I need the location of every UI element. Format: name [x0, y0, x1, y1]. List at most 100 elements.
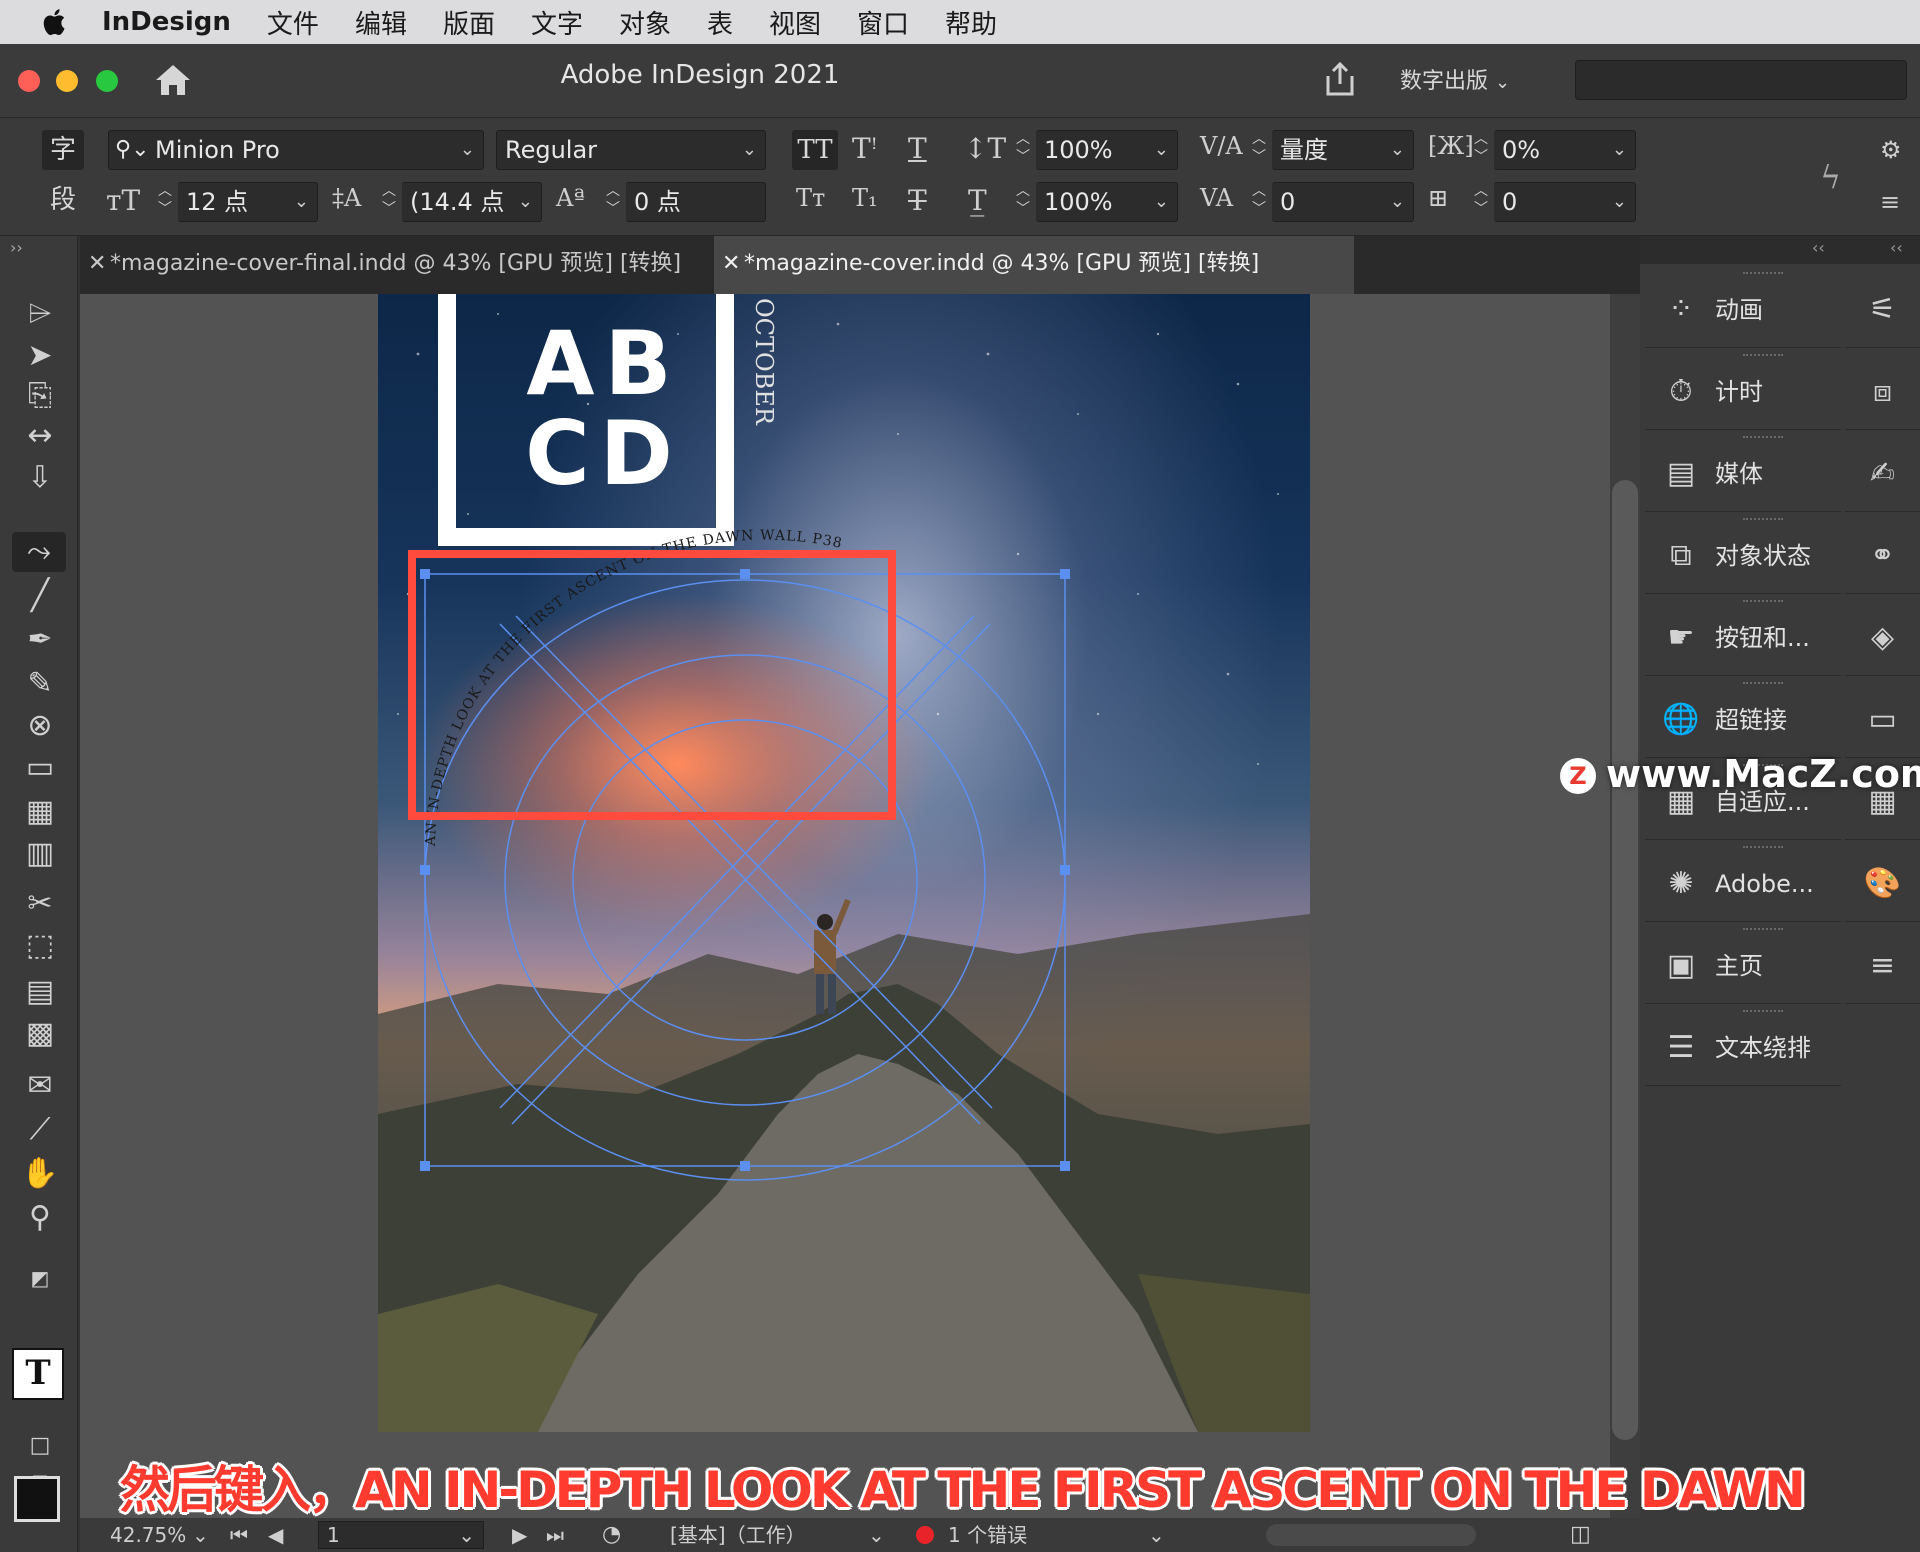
- collapse-panels-icon[interactable]: ‹‹: [1812, 238, 1825, 257]
- menu-view[interactable]: 视图: [769, 4, 821, 41]
- panel-adobe-color[interactable]: ✺ Adobe...: [1645, 842, 1841, 922]
- selection-tool-icon[interactable]: ⌲: [20, 294, 60, 334]
- chevron-down-icon[interactable]: ⌄: [518, 183, 533, 221]
- gradient-icon[interactable]: ▭: [1845, 678, 1920, 758]
- vertical-scale-field[interactable]: 100% ⌄: [1036, 130, 1178, 170]
- close-icon[interactable]: ✕: [722, 236, 740, 292]
- note-tool-icon[interactable]: ✉: [20, 1066, 60, 1106]
- chevron-down-icon[interactable]: ⌄: [1154, 183, 1169, 221]
- chevron-down-icon[interactable]: ⌄: [1390, 131, 1405, 169]
- chevron-down-icon[interactable]: ⌄: [742, 131, 757, 169]
- color-icon[interactable]: 🎨: [1845, 842, 1920, 922]
- menu-file[interactable]: 文件: [267, 4, 319, 41]
- properties-icon[interactable]: ⚟: [1845, 268, 1920, 348]
- gap-tool-icon[interactable]: ↔: [20, 416, 60, 456]
- stroke-icon[interactable]: ≡: [1845, 924, 1920, 1004]
- rectangle-tool-icon[interactable]: ▭: [20, 748, 60, 788]
- chevron-down-icon[interactable]: ⌄: [1612, 131, 1627, 169]
- chevron-down-icon[interactable]: ⌄: [1154, 131, 1169, 169]
- leading-stepper[interactable]: ︿ ﹀: [378, 182, 400, 222]
- gradient-feather-tool-icon[interactable]: ▩: [20, 1014, 60, 1054]
- panel-menu-icon[interactable]: ≡: [1880, 188, 1900, 216]
- path-text[interactable]: AN IN-DEPTH LOOK AT THE FIRST ASCENT ON …: [423, 528, 844, 848]
- chevron-down-icon[interactable]: ⌄: [1612, 183, 1627, 221]
- page-tool-icon[interactable]: ⎘: [20, 376, 60, 416]
- grid-count-field[interactable]: 0 ⌄: [1494, 182, 1636, 222]
- tracking-stepper[interactable]: ︿ ﹀: [1248, 182, 1270, 222]
- small-caps-button[interactable]: Tт: [796, 184, 825, 212]
- hand-tool-icon[interactable]: ✋: [20, 1154, 60, 1194]
- tab-magazine-cover-final[interactable]: ✕ *magazine-cover-final.indd @ 43% [GPU …: [80, 236, 692, 294]
- kerning-field[interactable]: 量度 ⌄: [1272, 130, 1414, 170]
- strikethrough-button[interactable]: T: [908, 184, 927, 217]
- layers-icon[interactable]: ◈: [1845, 596, 1920, 676]
- menu-edit[interactable]: 编辑: [355, 4, 407, 41]
- tsume-stepper[interactable]: ︿ ﹀: [1470, 130, 1492, 170]
- panel-media[interactable]: ▤ 媒体: [1645, 432, 1841, 512]
- horizontal-scale-stepper[interactable]: ︿ ﹀: [1012, 182, 1034, 222]
- character-controls-tab[interactable]: 字: [42, 130, 84, 170]
- tab-magazine-cover[interactable]: ✕ *magazine-cover.indd @ 43% [GPU 预览] [转…: [714, 236, 1354, 294]
- panel-timing[interactable]: ⏱ 计时: [1645, 350, 1841, 430]
- quick-actions-icon[interactable]: ϟ: [1820, 158, 1841, 196]
- content-collector-icon[interactable]: ⇩: [20, 458, 60, 498]
- search-input[interactable]: [1575, 60, 1907, 100]
- font-family-field[interactable]: ⚲⌄ Minion Pro ⌄: [108, 130, 484, 170]
- panel-animation[interactable]: ⁘ 动画: [1645, 268, 1841, 348]
- panel-buttons-and-forms[interactable]: ☛ 按钮和...: [1645, 596, 1841, 676]
- scrollbar-thumb[interactable]: [1612, 480, 1638, 1440]
- pen-tool-icon[interactable]: ✒: [20, 620, 60, 660]
- menu-window[interactable]: 窗口: [857, 4, 909, 41]
- panel-hyperlinks[interactable]: 🌐 超链接: [1645, 678, 1841, 758]
- links-icon[interactable]: ⚭: [1845, 514, 1920, 594]
- close-icon[interactable]: ✕: [88, 236, 106, 292]
- horizontal-scrollbar[interactable]: [1266, 1524, 1476, 1546]
- scissors-tool-icon[interactable]: ✂: [20, 884, 60, 924]
- eyedropper-tool-icon[interactable]: ⟋: [20, 1110, 60, 1150]
- zoom-tool-icon[interactable]: ⚲: [20, 1198, 60, 1238]
- grid-count-stepper[interactable]: ︿ ﹀: [1470, 182, 1492, 222]
- chevron-down-icon[interactable]: ⌄: [294, 183, 309, 221]
- gear-icon[interactable]: ⚙: [1880, 136, 1902, 164]
- kerning-stepper[interactable]: ︿ ﹀: [1248, 130, 1270, 170]
- normal-view-icon[interactable]: [14, 1476, 60, 1522]
- line-tool-icon[interactable]: ╱: [20, 576, 60, 616]
- leading-field[interactable]: (14.4 点 ⌄: [402, 182, 542, 222]
- all-caps-button[interactable]: TT: [792, 130, 838, 170]
- font-size-stepper[interactable]: ︿ ﹀: [154, 182, 176, 222]
- gradient-swatch-tool-icon[interactable]: ▤: [20, 972, 60, 1012]
- workspace-switcher[interactable]: 数字出版 ⌄: [1400, 62, 1540, 102]
- paragraph-controls-tab[interactable]: 段: [42, 180, 84, 220]
- subscript-button[interactable]: T₁: [852, 184, 878, 212]
- font-size-field[interactable]: 12 点 ⌄: [178, 182, 318, 222]
- default-fill-stroke-icon[interactable]: ◩: [20, 1258, 60, 1298]
- menu-app-name[interactable]: InDesign: [102, 7, 231, 37]
- tracking-field[interactable]: 0 ⌄: [1272, 182, 1414, 222]
- share-icon[interactable]: [1322, 60, 1358, 98]
- formatting-container-icon[interactable]: □ T: [20, 1426, 60, 1498]
- pencil-tool-icon[interactable]: ✎: [20, 664, 60, 704]
- table-tool-icon[interactable]: ▦: [20, 792, 60, 832]
- horizontal-scale-field[interactable]: 100% ⌄: [1036, 182, 1178, 222]
- formatting-affects-text-icon[interactable]: T: [12, 1348, 64, 1400]
- tsume-field[interactable]: 0% ⌄: [1494, 130, 1636, 170]
- type-on-path-tool-icon[interactable]: ⤳: [12, 532, 66, 572]
- collapse-panels-icon[interactable]: ‹‹: [1890, 238, 1903, 257]
- baseline-shift-field[interactable]: 0 点: [626, 182, 766, 222]
- apple-icon[interactable]: [38, 5, 72, 39]
- direct-selection-tool-icon[interactable]: ➤: [20, 336, 60, 376]
- menu-layout[interactable]: 版面: [443, 4, 495, 41]
- path-frame-bounds[interactable]: [424, 573, 1066, 1167]
- underline-button[interactable]: T: [908, 132, 927, 165]
- menu-table[interactable]: 表: [707, 4, 733, 41]
- baseline-shift-stepper[interactable]: ︿ ﹀: [602, 182, 624, 222]
- chevron-down-icon[interactable]: ⌄: [458, 1522, 475, 1548]
- page-number-field[interactable]: 1 ⌄: [318, 1521, 484, 1549]
- document-canvas[interactable]: AB CD OCTOBER AN IN-DEPTH LOOK AT THE FI…: [80, 294, 1610, 1518]
- free-transform-tool-icon[interactable]: ⬚: [20, 926, 60, 966]
- font-style-field[interactable]: Regular ⌄: [496, 130, 766, 170]
- menu-object[interactable]: 对象: [619, 4, 671, 41]
- menu-type[interactable]: 文字: [531, 4, 583, 41]
- collapse-toolbar-icon[interactable]: ››: [10, 238, 23, 257]
- rectangle-frame-tool-icon[interactable]: ⊗: [20, 706, 60, 746]
